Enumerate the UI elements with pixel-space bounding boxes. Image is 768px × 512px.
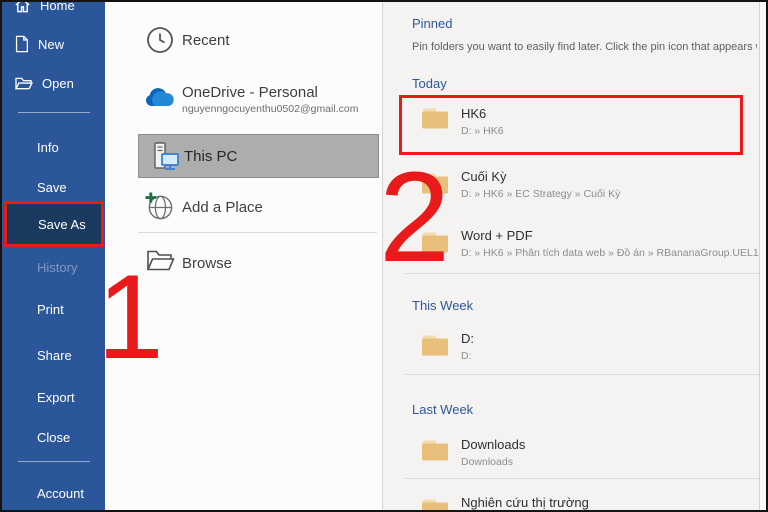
last-week-section-header: Last Week: [412, 402, 473, 417]
pinned-section-header: Pinned: [412, 16, 452, 31]
sidebar-divider: [18, 112, 90, 113]
section-divider: [404, 273, 759, 274]
sidebar-item-label: Info: [37, 140, 59, 155]
annotation-step-1: 1: [97, 257, 164, 377]
place-item-label: This PC: [184, 148, 237, 165]
sidebar-item-share[interactable]: Share: [2, 343, 105, 367]
folder-name: Downloads: [461, 437, 525, 452]
sidebar-divider: [18, 461, 90, 462]
sidebar-item-account[interactable]: Account: [2, 481, 105, 505]
folder-path: Downloads: [461, 456, 513, 468]
place-item-label: OneDrive - Personal: [182, 84, 318, 101]
sidebar-item-history: History: [2, 255, 105, 279]
section-divider: [404, 478, 759, 479]
sidebar-item-label: Account: [37, 486, 84, 501]
places-divider: [138, 232, 377, 233]
annotation-step-2: 2: [379, 154, 450, 282]
folder-icon: [420, 496, 450, 512]
pinned-hint-text: Pin folders you want to easily find late…: [412, 41, 757, 53]
section-divider: [404, 374, 759, 375]
sidebar-item-label: Save As: [38, 217, 86, 232]
open-folder-icon: [14, 76, 33, 91]
sidebar-item-label: History: [37, 260, 77, 275]
place-item-label: Browse: [182, 255, 232, 272]
sidebar-item-label: Share: [37, 348, 72, 363]
new-document-icon: [14, 35, 29, 53]
sidebar-item-open[interactable]: Open: [2, 71, 105, 95]
folder-path: D: » HK6 » Phân tích data web » Đồ án » …: [461, 247, 768, 259]
sidebar-item-save-as-selected[interactable]: Save As: [4, 201, 104, 247]
sidebar-item-save[interactable]: Save: [2, 175, 105, 199]
folder-icon: [420, 332, 450, 359]
panel-right-edge: [759, 2, 768, 510]
place-item-this-pc-selected[interactable]: This PC: [138, 134, 379, 178]
sidebar-item-label: Print: [37, 302, 64, 317]
place-item-label: Add a Place: [182, 199, 263, 216]
folder-path: D:: [461, 350, 472, 362]
folder-name: Cuối Kỳ: [461, 169, 507, 184]
folder-name: Nghiên cứu thị trường: [461, 495, 589, 510]
sidebar-item-label: New: [38, 37, 64, 52]
sidebar-item-label: Export: [37, 390, 75, 405]
sidebar-item-export[interactable]: Export: [2, 385, 105, 409]
place-item-label: Recent: [182, 32, 230, 49]
onedrive-account-email: nguyenngocuyenthu0502@gmail.com: [182, 103, 358, 115]
backstage-sidebar: Home New Open Info Save Save As History …: [2, 2, 105, 510]
sidebar-item-label: Open: [42, 76, 74, 91]
word-backstage-save-as: Home New Open Info Save Save As History …: [0, 0, 768, 512]
this-week-section-header: This Week: [412, 298, 473, 313]
annotation-box-hk6-folder: [399, 95, 743, 155]
sidebar-item-label: Close: [37, 430, 70, 445]
sidebar-item-info[interactable]: Info: [2, 135, 105, 159]
recent-clock-icon: [145, 25, 175, 55]
sidebar-item-label: Save: [37, 180, 67, 195]
folder-icon: [420, 437, 450, 464]
today-section-header: Today: [412, 76, 447, 91]
onedrive-cloud-icon: [142, 87, 176, 109]
home-icon: [14, 0, 31, 13]
sidebar-item-home[interactable]: Home: [2, 0, 105, 17]
this-pc-icon: [149, 141, 181, 173]
sidebar-item-print[interactable]: Print: [2, 297, 105, 321]
sidebar-item-label: Home: [40, 0, 75, 13]
folder-name: Word + PDF: [461, 228, 533, 243]
folder-path: D: » HK6 » EC Strategy » Cuối Kỳ: [461, 188, 620, 200]
folder-name: D:: [461, 331, 474, 346]
sidebar-item-close[interactable]: Close: [2, 425, 105, 449]
add-place-globe-icon: [144, 191, 175, 222]
sidebar-item-new[interactable]: New: [2, 32, 105, 56]
